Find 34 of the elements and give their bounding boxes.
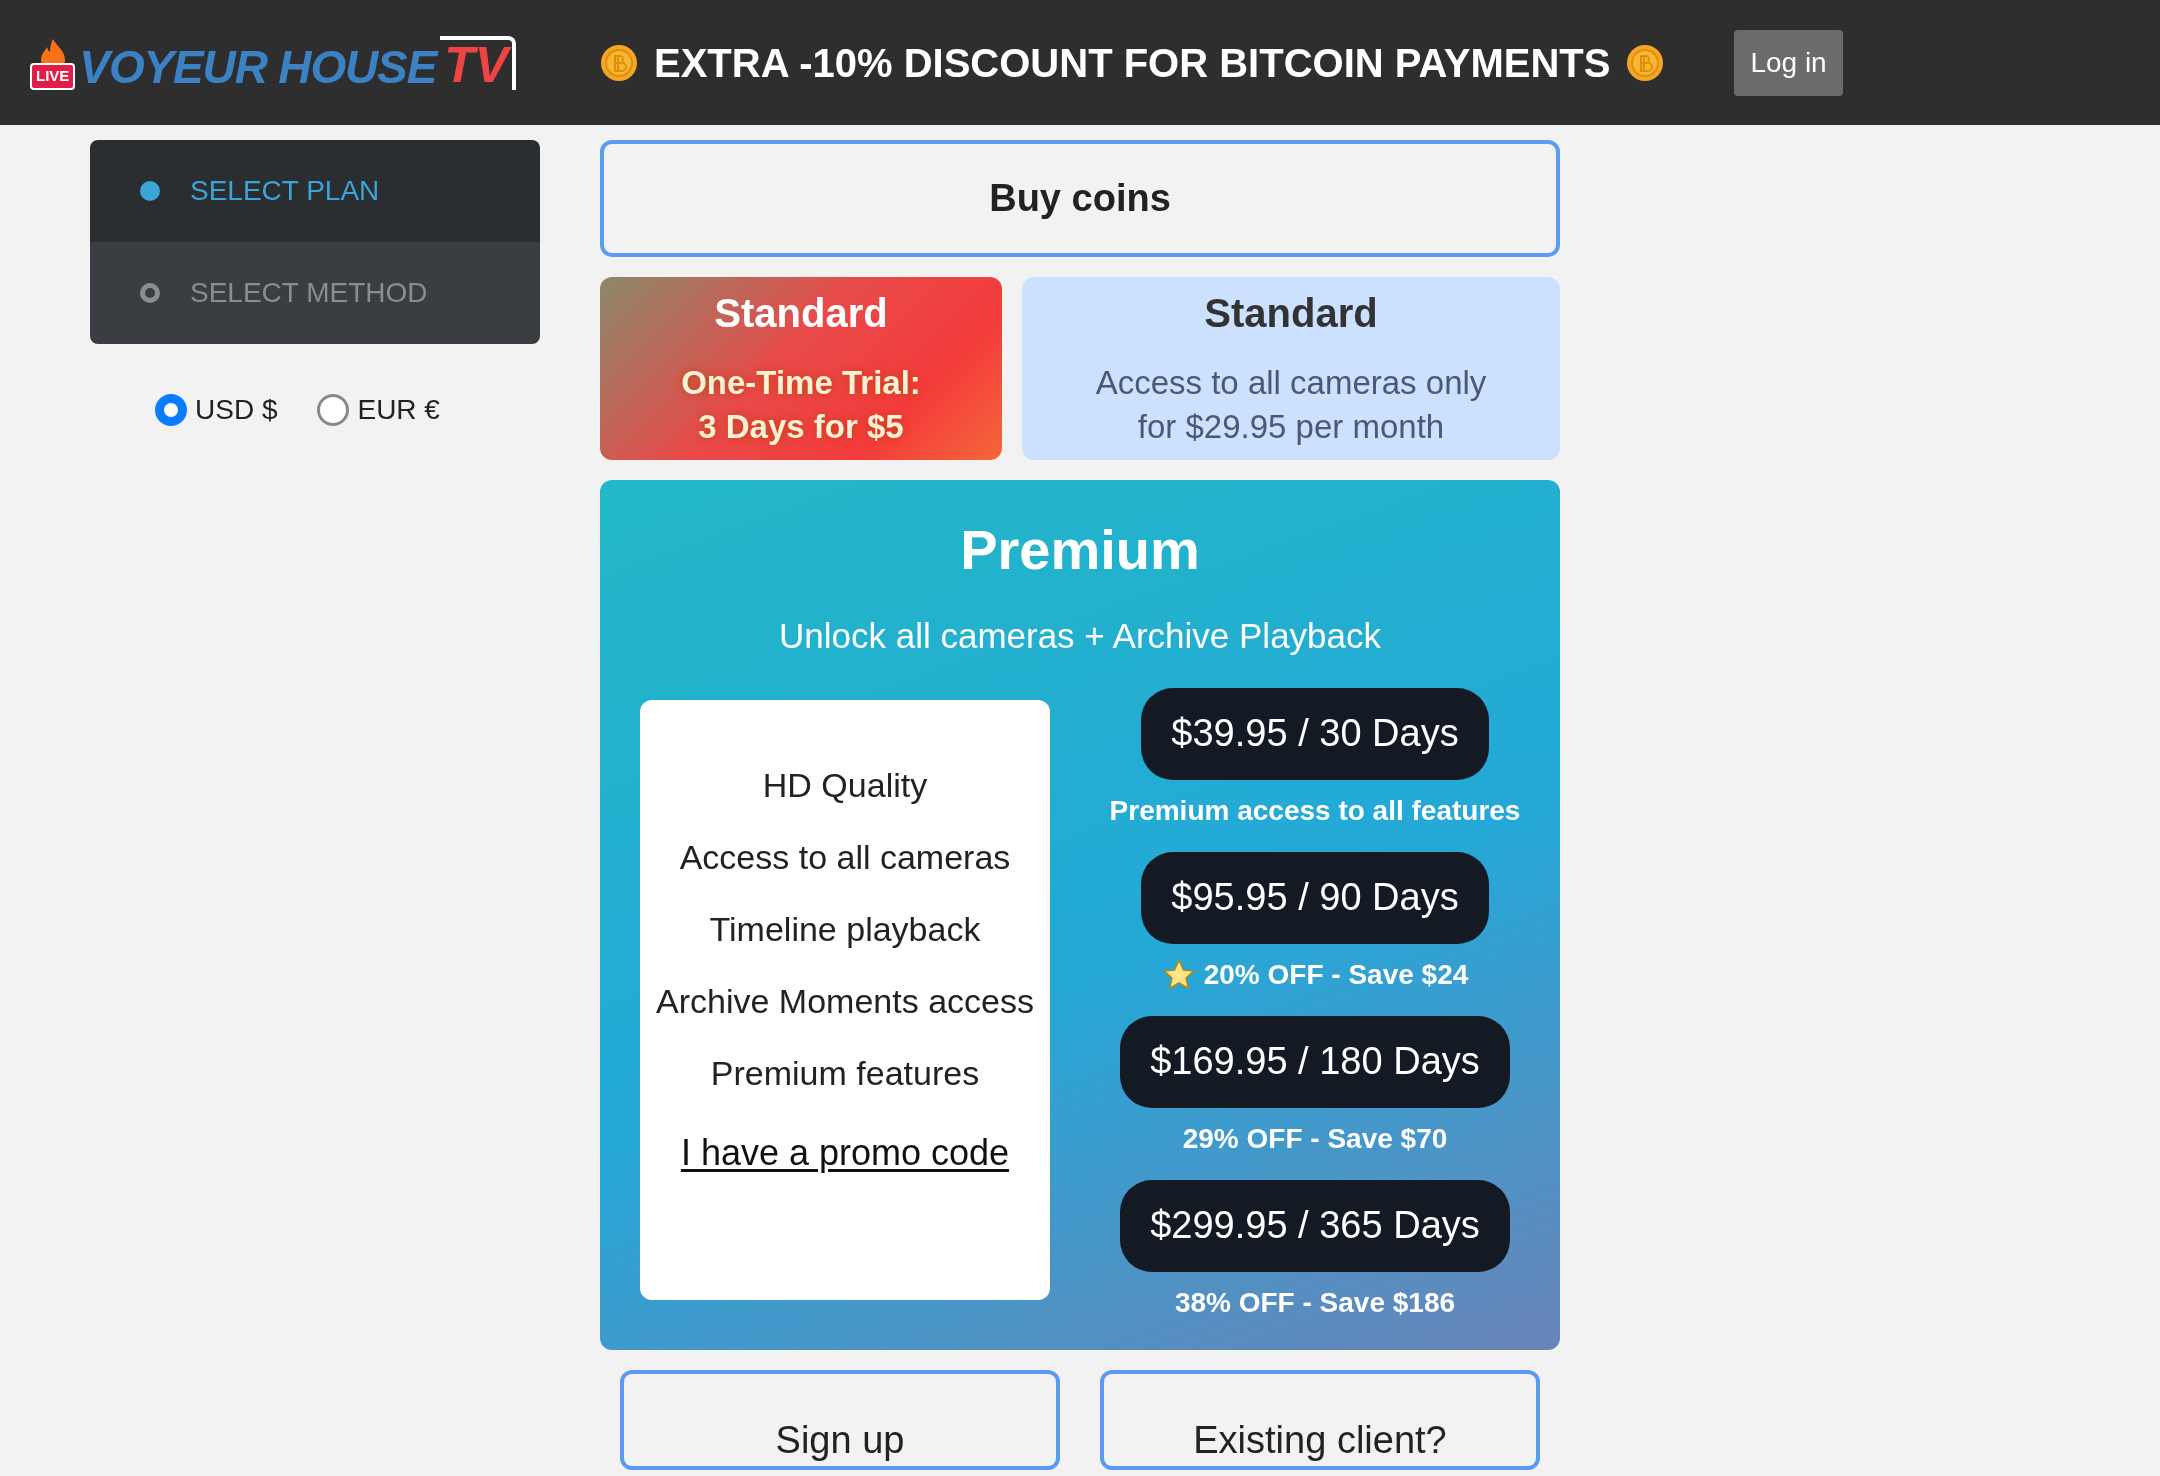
plan-price-button[interactable]: $39.95 / 30 Days [1141, 687, 1489, 780]
step-label: SELECT METHOD [190, 276, 428, 310]
logo-wordmark: VOYEUR HOUSE [79, 43, 437, 90]
buy-coins-button[interactable]: Buy coins [600, 140, 1560, 257]
premium-title: Premium [960, 517, 1200, 583]
live-badge: LIVE [30, 63, 76, 90]
account-button[interactable]: Existing client? [1100, 1370, 1540, 1470]
login-button[interactable]: Log in [1734, 29, 1843, 96]
plan-price-button[interactable]: $169.95 / 180 Days [1120, 1015, 1510, 1108]
plan-description: One-Time Trial: 3 Days for $5 [681, 363, 921, 447]
account-button[interactable]: Sign up [620, 1370, 1060, 1470]
feature-text: HD Quality [761, 764, 929, 806]
currency-radio[interactable]: USD $ [155, 389, 278, 431]
feature-text: Archive Moments access [655, 980, 1035, 1022]
feature-text: Access to all cameras [678, 836, 1012, 878]
feature-text: Premium features [709, 1052, 981, 1094]
standard-plan-card[interactable]: Standard Access to all cameras only for $29.95 per month [1022, 277, 1560, 460]
plan-title: Standard [714, 290, 888, 337]
plan-discount-note: 38% OFF - Save $186 [1174, 1285, 1456, 1320]
plan-discount-note: 20% OFF - Save $24 [1203, 957, 1469, 992]
logo-tv-mark: TV [440, 35, 517, 90]
plan-discount-note: Premium access to all features [1109, 793, 1521, 828]
currency-radio[interactable]: EUR € [317, 389, 440, 431]
premium-subtitle: Unlock all cameras + Archive Playback [778, 615, 1382, 657]
step-label: SELECT PLAN [190, 174, 380, 208]
promo-code-link[interactable]: I have a promo code [680, 1125, 1010, 1180]
plan-description: Access to all cameras only for $29.95 per month [1095, 363, 1487, 447]
plan-price-button[interactable]: $95.95 / 90 Days [1141, 851, 1489, 944]
plan-title: Standard [1204, 290, 1378, 337]
bitcoin-discount-text: EXTRA -10% DISCOUNT FOR BITCOIN PAYMENTS [654, 39, 1611, 87]
trial-plan-card[interactable]: Standard One-Time Trial: 3 Days for $5 [600, 277, 1002, 460]
plan-price-button[interactable]: $299.95 / 365 Days [1120, 1179, 1510, 1272]
feature-text: Timeline playback [708, 908, 982, 950]
plan-discount-note: 29% OFF - Save $70 [1182, 1121, 1448, 1156]
